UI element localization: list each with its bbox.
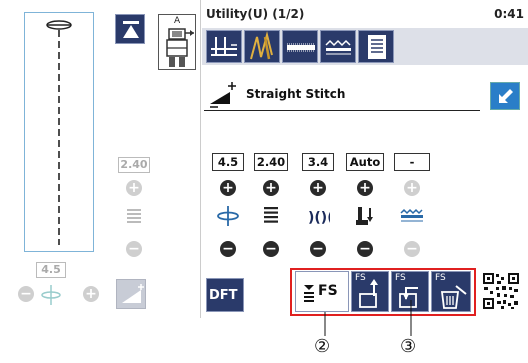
callout-lines — [324, 300, 412, 336]
callout-2: ② — [314, 336, 331, 357]
callout-3: ③ — [400, 336, 417, 357]
